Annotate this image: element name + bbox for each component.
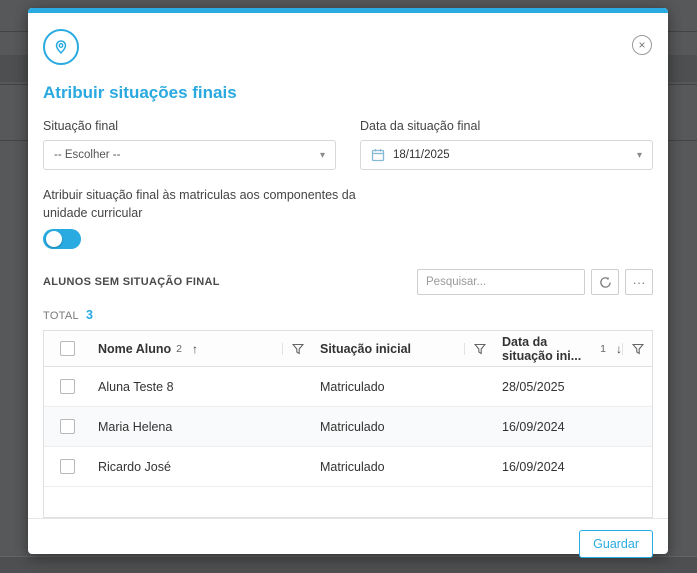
student-name: Ricardo José (98, 459, 171, 474)
toggle-knob (46, 231, 62, 248)
student-date: 28/05/2025 (502, 379, 565, 394)
student-status: Matriculado (320, 379, 385, 394)
student-name: Aluna Teste 8 (98, 379, 174, 394)
final-situation-date-value: 18/11/2025 (393, 149, 450, 161)
assign-final-situations-modal: × Atribuir situações finais Situação fin… (28, 8, 668, 558)
modal-footer: Guardar (28, 518, 668, 568)
final-situation-select[interactable]: -- Escolher -- ▾ (43, 140, 336, 170)
table-row[interactable]: Aluna Teste 8 Matriculado 28/05/2025 (44, 367, 652, 408)
modal-title: Atribuir situações finais (43, 83, 237, 102)
header-checkbox-cell (44, 341, 90, 357)
table-row[interactable]: Maria Helena Matriculado 16/09/2024 (44, 407, 652, 448)
sort-order-badge: 1 (600, 342, 606, 355)
search-input[interactable] (417, 269, 585, 296)
total-value: 3 (85, 308, 93, 323)
students-section-title: ALUNOS SEM SITUAÇÃO FINAL (43, 276, 220, 289)
student-status: Matriculado (320, 419, 385, 434)
table-header-row: Nome Aluno 2 ↑ Situação inicial Data da … (44, 331, 652, 368)
filter-icon[interactable] (282, 342, 304, 355)
filter-icon[interactable] (464, 342, 486, 355)
modal-content: × Atribuir situações finais Situação fin… (28, 13, 668, 519)
situations-icon (43, 29, 79, 65)
apply-to-components-toggle[interactable] (43, 229, 81, 250)
students-table: Nome Aluno 2 ↑ Situação inicial Data da … (43, 330, 653, 519)
refresh-button[interactable] (591, 269, 619, 296)
select-all-checkbox[interactable] (59, 341, 75, 357)
final-situation-value: -- Escolher -- (54, 149, 121, 161)
final-situation-date-label: Data da situação final (360, 119, 481, 133)
total-row: TOTAL 3 (43, 308, 653, 322)
column-label-status: Situação inicial (320, 341, 412, 356)
sort-order-badge: 2 (176, 342, 182, 355)
form-row: Situação final -- Escolher -- ▾ Data da … (43, 119, 653, 170)
header-date-cell[interactable]: Data da situação ini... 1 ↓ (494, 335, 652, 363)
student-date: 16/09/2024 (502, 459, 565, 474)
column-label-date: Data da situação ini... (502, 334, 582, 363)
total-label: TOTAL (43, 310, 79, 323)
students-section-header: ALUNOS SEM SITUAÇÃO FINAL ··· (43, 269, 653, 296)
sort-asc-icon[interactable]: ↑ (192, 342, 198, 356)
header-name-cell[interactable]: Nome Aluno 2 ↑ (90, 342, 312, 356)
header-status-cell[interactable]: Situação inicial (312, 342, 494, 356)
row-checkbox[interactable] (59, 459, 75, 475)
list-controls: ··· (417, 269, 653, 296)
close-button[interactable]: × (632, 35, 652, 55)
row-checkbox[interactable] (59, 419, 75, 435)
student-name: Maria Helena (98, 419, 173, 434)
final-situation-date-picker[interactable]: 18/11/2025 ▾ (360, 140, 653, 170)
chevron-down-icon: ▾ (319, 149, 325, 161)
toggle-description: Atribuir situação final às matriculas ao… (43, 188, 356, 221)
calendar-icon (371, 148, 385, 162)
chevron-down-icon: ▾ (636, 149, 642, 161)
final-situation-date-field: Data da situação final 18/11/2025 ▾ (360, 119, 653, 170)
table-row[interactable]: Ricardo José Matriculado 16/09/2024 (44, 447, 652, 488)
row-checkbox[interactable] (59, 379, 75, 395)
final-situation-label: Situação final (43, 119, 119, 133)
more-options-button[interactable]: ··· (625, 269, 653, 296)
filter-icon[interactable] (622, 342, 644, 355)
student-date: 16/09/2024 (502, 419, 565, 434)
student-status: Matriculado (320, 459, 385, 474)
save-button[interactable]: Guardar (579, 529, 653, 558)
column-label-name: Nome Aluno (98, 341, 172, 356)
final-situation-field: Situação final -- Escolher -- ▾ (43, 119, 336, 170)
